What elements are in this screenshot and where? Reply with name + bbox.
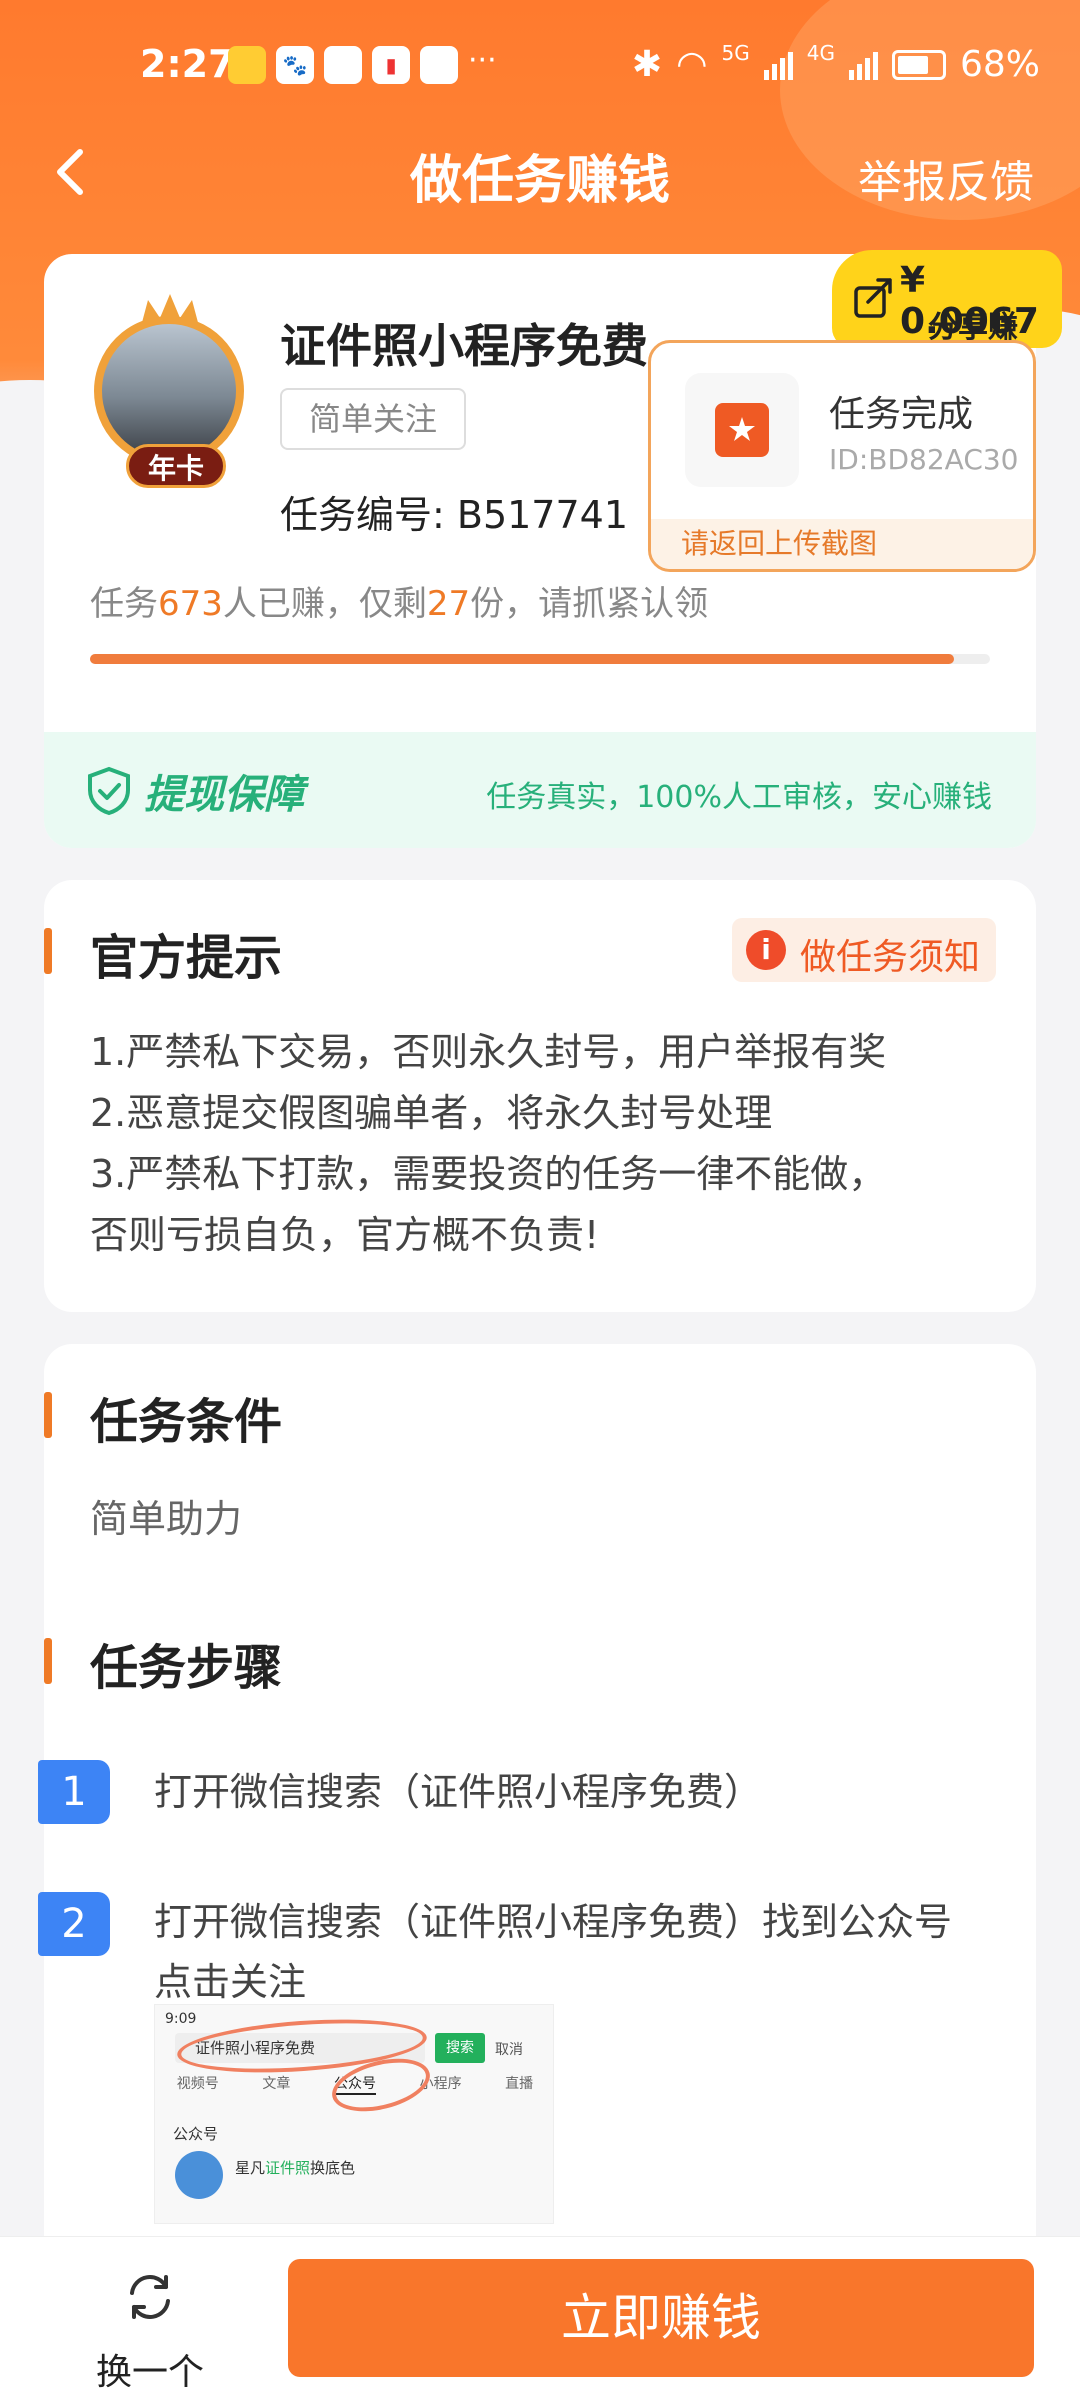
swap-label: 换一个 [95,2352,204,2393]
signal-icon [763,50,793,80]
step-text: 打开微信搜索（证件照小程序免费）找到公众号 点击关注 [154,1892,994,2012]
signal-icon [848,50,878,80]
steps-title: 任务步骤 [90,1640,283,1696]
progress-mid: 人已赚，仅剩 [222,584,427,624]
report-feedback-link[interactable]: 举报反馈 [858,146,1034,210]
notice-label: 做任务须知 [800,937,981,978]
earn-now-button[interactable]: 立即赚钱 [288,2259,1034,2377]
popup-icon-box [685,373,799,487]
shot-section: 公众号 [173,2125,219,2143]
remaining-count: 27 [426,584,471,624]
app-notification-icon: 🐾 [276,46,314,84]
shot-item-suffix: 换底色 [310,2159,356,2177]
shot-cancel: 取消 [495,2042,523,2058]
popup-footer: 请返回上传截图 [651,519,1033,569]
step-line: 打开微信搜索（证件照小程序免费） [154,1770,763,1814]
conditions-title: 任务条件 [90,1394,283,1450]
conditions-text: 简单助力 [90,1497,243,1541]
section-marker [44,1638,52,1684]
progress-prefix: 任务 [90,584,158,624]
progress-bar [90,654,990,664]
progress-text: 任务673人已赚，仅剩27份，请抓紧认领 [90,576,708,625]
popup-title: 任务完成 [829,394,974,435]
status-time: 2:27 [140,42,235,86]
refresh-icon [130,2275,170,2319]
section-marker [44,1392,52,1438]
shot-item-prefix: 星凡 [235,2159,266,2177]
cloud-icon: ☁ [324,46,362,84]
app-notification-icon [228,46,266,84]
shot-tab: 直播 [505,2076,534,2092]
shot-item-highlight: 证件照 [265,2159,311,2177]
tip-line: 2.恶意提交假图骗单者，将永久封号处理 [90,1091,773,1135]
tip-line: 否则亏损自负，官方概不负责! [90,1213,600,1257]
share-earn-button[interactable]: ¥ 0.0067 分享赚 [832,250,1062,348]
tip-line: 1.严禁私下交易，否则永久封号，用户举报有奖 [90,1030,887,1074]
step-text: 打开微信搜索（证件照小程序免费） [154,1762,994,1822]
shot-time: 9:09 [165,2011,197,2027]
task-complete-popup[interactable]: 任务完成 ID:BD82AC30 请返回上传截图 [648,340,1036,572]
avatar: 年卡 [80,294,260,488]
step-number-badge: 1 [38,1760,110,1824]
task-tag: 简单关注 [280,388,466,450]
shot-item-text: 星凡证件照换底色 [235,2157,355,2178]
step-line: 点击关注 [154,1960,307,2004]
swap-task-button[interactable]: 换一个 [70,2257,230,2393]
earned-count: 673 [158,584,223,624]
bookmark-star-icon [715,403,769,457]
task-number: 任务编号: B517741 [280,493,629,537]
progress-fill [90,654,954,664]
progress-suffix: 份，请抓紧认领 [470,584,709,624]
annual-card-badge: 年卡 [126,444,226,488]
task-name: 证件照小程序免费 [280,319,648,373]
step-number-badge: 2 [38,1892,110,1956]
step-line: 打开微信搜索（证件照小程序免费）找到公众号 [154,1900,953,1944]
status-bar: 2:27 🐾 ☁ ▮ ◐ ··· ✱ ◠ 5G 4G 68% [0,0,1080,130]
info-icon: i [746,930,786,970]
shot-tab: 文章 [262,2076,291,2092]
battery-level: 68% [959,44,1040,85]
bottom-action-bar: 换一个 立即赚钱 [0,2236,1080,2400]
tip-line: 3.严禁私下打款，需要投资的任务一律不能做， [90,1152,887,1196]
tips-title: 官方提示 [90,930,283,986]
network-label: 5G [721,40,750,65]
withdraw-guarantee-banner: 提现保障 任务真实，100%人工审核，安心赚钱 [44,732,1036,848]
task-notice-button[interactable]: i 做任务须知 [732,918,996,982]
notification-icons: 🐾 ☁ ▮ ◐ ··· [228,46,497,84]
status-right: ✱ ◠ 5G 4G 68% [631,40,1040,86]
official-tips-card: 官方提示 i 做任务须知 1.严禁私下交易，否则永久封号，用户举报有奖 2.恶意… [44,880,1036,1312]
bluetooth-icon: ✱ [631,44,663,85]
shot-search-button: 搜索 [435,2033,485,2063]
tips-body: 1.严禁私下交易，否则永久封号，用户举报有奖 2.恶意提交假图骗单者，将永久封号… [90,1022,886,1266]
example-screenshot[interactable]: 9:09 证件照小程序免费 搜索 取消 视频号 文章 公众号 小程序 直播 公众… [154,2004,554,2224]
shot-tab: 视频号 [176,2076,219,2092]
section-marker [44,928,52,974]
more-notifications-icon: ··· [468,43,497,78]
popup-id: ID:BD82AC30 [829,443,1019,476]
guarantee-desc: 任务真实，100%人工审核，安心赚钱 [486,780,992,815]
share-icon [854,278,892,318]
battery-icon [891,49,946,80]
nav-bar: 做任务赚钱 举报反馈 [0,130,1080,220]
wifi-icon: ◠ [676,44,708,85]
book-icon: ▮ [372,46,410,84]
shot-avatar [175,2151,223,2199]
guarantee-title: 提现保障 [144,772,304,818]
network-label: 4G [806,40,835,65]
shield-check-icon [88,766,130,816]
app-notification-icon: ◐ [420,46,458,84]
